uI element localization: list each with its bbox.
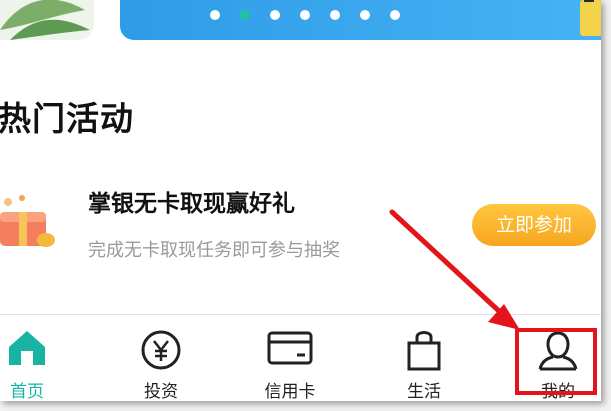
leaf-banner-card[interactable] — [0, 0, 94, 40]
credit-card-icon — [267, 331, 313, 365]
activity-subtitle: 完成无卡取现任务即可参与抽奖 — [88, 240, 340, 261]
tab-label: 生活 — [407, 382, 441, 401]
carousel-dot[interactable] — [300, 10, 310, 20]
app-screen: 热门活动 掌银无卡取现赢好礼 完成无卡取现任务即可参与抽奖 立即参加 首页 投资… — [0, 0, 601, 401]
yuan-icon — [141, 330, 181, 370]
annotation-arrow-icon — [389, 209, 520, 330]
carousel-dot[interactable] — [390, 10, 400, 20]
tab-label: 首页 — [10, 382, 44, 401]
carousel-dot[interactable] — [360, 10, 370, 20]
carousel-dot[interactable] — [270, 10, 280, 20]
home-icon — [9, 331, 45, 365]
leaf-image — [0, 0, 90, 40]
tab-credit-card[interactable]: 信用卡 — [235, 315, 345, 401]
promo-banner[interactable] — [120, 0, 601, 40]
tab-invest[interactable]: 投资 — [106, 315, 216, 401]
carousel-dot[interactable] — [240, 10, 250, 20]
tab-label: 投资 — [144, 382, 178, 401]
tab-label: 信用卡 — [264, 382, 316, 401]
tab-home[interactable]: 首页 — [0, 315, 82, 401]
carousel-dot[interactable] — [210, 10, 220, 20]
section-title: 热门活动 — [0, 99, 134, 138]
activity-title: 掌银无卡取现赢好礼 — [88, 191, 295, 217]
carousel-dot[interactable] — [330, 10, 340, 20]
banner-figure-icon — [580, 0, 601, 36]
gift-box-icon — [0, 195, 55, 247]
